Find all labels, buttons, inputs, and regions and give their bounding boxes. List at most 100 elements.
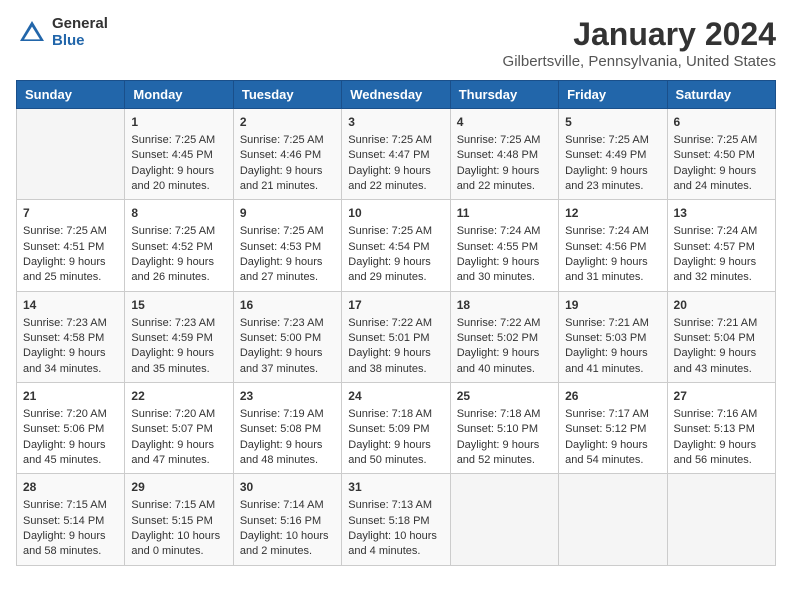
calendar-cell [450,474,558,565]
daylight-text: Daylight: 9 hours and 50 minutes. [348,438,443,469]
calendar-cell [17,109,125,200]
logo-general-text: General [52,16,108,33]
week-row-2: 7Sunrise: 7:25 AMSunset: 4:51 PMDaylight… [17,200,776,291]
daylight-text: Daylight: 9 hours and 29 minutes. [348,255,443,286]
daylight-text: Daylight: 9 hours and 25 minutes. [23,255,118,286]
sunset-text: Sunset: 5:18 PM [348,514,443,529]
sunrise-text: Sunrise: 7:25 AM [131,133,226,148]
sunrise-text: Sunrise: 7:23 AM [23,316,118,331]
sunrise-text: Sunrise: 7:20 AM [23,407,118,422]
day-number: 24 [348,388,443,405]
sunset-text: Sunset: 5:00 PM [240,331,335,346]
sunset-text: Sunset: 5:06 PM [23,422,118,437]
daylight-text: Daylight: 9 hours and 22 minutes. [457,164,552,195]
day-number: 16 [240,297,335,314]
sunrise-text: Sunrise: 7:18 AM [348,407,443,422]
calendar-title: January 2024 [503,16,776,53]
day-number: 8 [131,205,226,222]
calendar-cell: 30Sunrise: 7:14 AMSunset: 5:16 PMDayligh… [233,474,341,565]
sunrise-text: Sunrise: 7:21 AM [674,316,769,331]
daylight-text: Daylight: 10 hours and 2 minutes. [240,529,335,560]
calendar-cell: 31 Sunrise: 7:13 AMSunset: 5:18 PMDayligh… [342,474,450,565]
calendar-cell: 4Sunrise: 7:25 AMSunset: 4:48 PMDaylight… [450,109,558,200]
day-number: 9 [240,205,335,222]
sunrise-text: Sunrise: 7:15 AM [131,498,226,513]
day-number: 27 [674,388,769,405]
sunset-text: Sunset: 5:04 PM [674,331,769,346]
sunrise-text: Sunrise: 7:20 AM [131,407,226,422]
sunrise-text: Sunrise: 7:19 AM [240,407,335,422]
sunset-text: Sunset: 5:03 PM [565,331,660,346]
day-number: 10 [348,205,443,222]
calendar-cell: 27Sunrise: 7:16 AMSunset: 5:13 PMDayligh… [667,383,775,474]
sunset-text: Sunset: 4:45 PM [131,148,226,163]
logo-text: General Blue [52,16,108,49]
calendar-cell: 22Sunrise: 7:20 AMSunset: 5:07 PMDayligh… [125,383,233,474]
header-day-thursday: Thursday [450,81,558,109]
daylight-text: Daylight: 9 hours and 22 minutes. [348,164,443,195]
sunrise-text: Sunrise: 7:13 AM [348,498,443,513]
calendar-cell: 26Sunrise: 7:17 AMSunset: 5:12 PMDayligh… [559,383,667,474]
daylight-text: Daylight: 9 hours and 31 minutes. [565,255,660,286]
sunset-text: Sunset: 5:14 PM [23,514,118,529]
sunset-text: Sunset: 4:59 PM [131,331,226,346]
calendar-cell: 8Sunrise: 7:25 AMSunset: 4:52 PMDaylight… [125,200,233,291]
calendar-cell: 24Sunrise: 7:18 AMSunset: 5:09 PMDayligh… [342,383,450,474]
calendar-cell: 6Sunrise: 7:25 AMSunset: 4:50 PMDaylight… [667,109,775,200]
day-number: 13 [674,205,769,222]
day-number: 19 [565,297,660,314]
sunrise-text: Sunrise: 7:18 AM [457,407,552,422]
day-number: 30 [240,479,335,496]
sunrise-text: Sunrise: 7:25 AM [240,224,335,239]
sunset-text: Sunset: 5:15 PM [131,514,226,529]
calendar-cell: 5Sunrise: 7:25 AMSunset: 4:49 PMDaylight… [559,109,667,200]
day-number: 17 [348,297,443,314]
day-number: 31 [348,479,443,496]
logo-blue-text: Blue [52,33,108,50]
week-row-3: 14Sunrise: 7:23 AMSunset: 4:58 PMDayligh… [17,291,776,382]
logo: General Blue [16,16,108,49]
calendar-cell: 21Sunrise: 7:20 AMSunset: 5:06 PMDayligh… [17,383,125,474]
title-area: January 2024 Gilbertsville, Pennsylvania… [503,16,776,70]
calendar-cell: 7Sunrise: 7:25 AMSunset: 4:51 PMDaylight… [17,200,125,291]
calendar-cell: 9Sunrise: 7:25 AMSunset: 4:53 PMDaylight… [233,200,341,291]
sunset-text: Sunset: 5:10 PM [457,422,552,437]
sunset-text: Sunset: 4:56 PM [565,240,660,255]
daylight-text: Daylight: 9 hours and 37 minutes. [240,346,335,377]
logo-icon [16,17,48,49]
calendar-cell: 13Sunrise: 7:24 AMSunset: 4:57 PMDayligh… [667,200,775,291]
week-row-5: 28Sunrise: 7:15 AMSunset: 5:14 PMDayligh… [17,474,776,565]
calendar-cell: 29Sunrise: 7:15 AMSunset: 5:15 PMDayligh… [125,474,233,565]
sunrise-text: Sunrise: 7:25 AM [23,224,118,239]
daylight-text: Daylight: 9 hours and 45 minutes. [23,438,118,469]
calendar-cell: 1Sunrise: 7:25 AMSunset: 4:45 PMDaylight… [125,109,233,200]
sunrise-text: Sunrise: 7:24 AM [565,224,660,239]
sunset-text: Sunset: 5:13 PM [674,422,769,437]
daylight-text: Daylight: 9 hours and 30 minutes. [457,255,552,286]
day-number: 5 [565,114,660,131]
calendar-cell: 3Sunrise: 7:25 AMSunset: 4:47 PMDaylight… [342,109,450,200]
sunset-text: Sunset: 4:51 PM [23,240,118,255]
sunset-text: Sunset: 5:07 PM [131,422,226,437]
header-day-wednesday: Wednesday [342,81,450,109]
sunrise-text: Sunrise: 7:25 AM [348,224,443,239]
sunset-text: Sunset: 4:55 PM [457,240,552,255]
calendar-cell: 17Sunrise: 7:22 AMSunset: 5:01 PMDayligh… [342,291,450,382]
daylight-text: Daylight: 9 hours and 58 minutes. [23,529,118,560]
calendar-cell: 16Sunrise: 7:23 AMSunset: 5:00 PMDayligh… [233,291,341,382]
calendar-subtitle: Gilbertsville, Pennsylvania, United Stat… [503,53,776,70]
header-day-friday: Friday [559,81,667,109]
calendar-cell [559,474,667,565]
sunset-text: Sunset: 4:48 PM [457,148,552,163]
day-number: 20 [674,297,769,314]
day-number: 1 [131,114,226,131]
sunset-text: Sunset: 4:54 PM [348,240,443,255]
day-number: 26 [565,388,660,405]
day-number: 23 [240,388,335,405]
sunrise-text: Sunrise: 7:24 AM [457,224,552,239]
calendar-cell: 19Sunrise: 7:21 AMSunset: 5:03 PMDayligh… [559,291,667,382]
sunset-text: Sunset: 4:57 PM [674,240,769,255]
daylight-text: Daylight: 9 hours and 48 minutes. [240,438,335,469]
daylight-text: Daylight: 10 hours and 4 minutes. [348,529,443,560]
sunset-text: Sunset: 4:46 PM [240,148,335,163]
